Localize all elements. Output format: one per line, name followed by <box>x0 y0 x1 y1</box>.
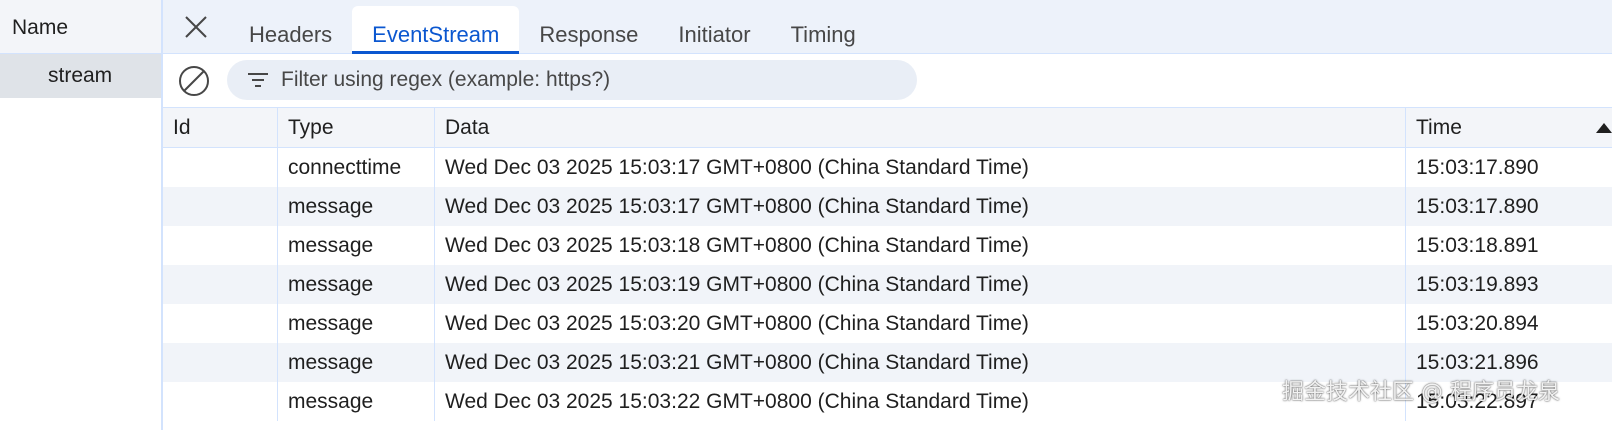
devtools-network-panel: Name stream Headers EventStream Response… <box>0 0 1612 430</box>
watermark: 掘金技术社区 @ 程序员龙泉 <box>1282 380 1560 405</box>
cell-time: 15:03:18.891 <box>1416 234 1539 257</box>
filter-placeholder: Filter using regex (example: https?) <box>281 68 611 91</box>
cell-type: message <box>278 343 435 382</box>
request-details: Headers EventStream Response Initiator T… <box>163 0 1612 430</box>
cell-id <box>163 304 278 343</box>
cell-data: Wed Dec 03 2025 15:03:17 GMT+0800 (China… <box>435 187 1406 226</box>
cell-type: message <box>278 382 435 421</box>
tab-eventstream[interactable]: EventStream <box>352 6 520 54</box>
cell-time: 15:03:17.890 <box>1416 195 1539 218</box>
table-row[interactable]: connecttime Wed Dec 03 2025 15:03:17 GMT… <box>163 148 1612 187</box>
table-row[interactable]: message Wed Dec 03 2025 15:03:20 GMT+080… <box>163 304 1612 343</box>
cell-type: message <box>278 304 435 343</box>
details-tabbar: Headers EventStream Response Initiator T… <box>163 0 1612 54</box>
cell-id <box>163 382 278 421</box>
cell-time: 15:03:17.890 <box>1416 156 1539 179</box>
filter-icon <box>248 73 268 87</box>
filter-input[interactable]: Filter using regex (example: https?) <box>227 60 917 100</box>
cell-time: 15:03:20.894 <box>1416 312 1539 335</box>
cell-id <box>163 226 278 265</box>
cell-data: Wed Dec 03 2025 15:03:17 GMT+0800 (China… <box>435 148 1406 187</box>
cell-id <box>163 187 278 226</box>
cell-id <box>163 343 278 382</box>
cell-type: message <box>278 265 435 304</box>
table-row[interactable]: message Wed Dec 03 2025 15:03:18 GMT+080… <box>163 226 1612 265</box>
close-icon[interactable] <box>181 12 211 42</box>
cell-type: message <box>278 226 435 265</box>
cell-data: Wed Dec 03 2025 15:03:20 GMT+0800 (China… <box>435 304 1406 343</box>
column-header-time[interactable]: Time <box>1406 108 1612 147</box>
cell-type: connecttime <box>278 148 435 187</box>
name-column-header[interactable]: Name <box>0 0 161 54</box>
cell-data: Wed Dec 03 2025 15:03:19 GMT+0800 (China… <box>435 265 1406 304</box>
column-header-time-label: Time <box>1416 116 1462 139</box>
tab-initiator[interactable]: Initiator <box>658 6 770 54</box>
tab-response[interactable]: Response <box>519 6 658 54</box>
column-header-id[interactable]: Id <box>163 108 278 147</box>
column-header-type[interactable]: Type <box>278 108 435 147</box>
cell-id <box>163 265 278 304</box>
eventstream-toolbar: Filter using regex (example: https?) <box>163 54 1612 108</box>
tab-timing[interactable]: Timing <box>771 6 876 54</box>
table-row[interactable]: message Wed Dec 03 2025 15:03:19 GMT+080… <box>163 265 1612 304</box>
cell-type: message <box>278 187 435 226</box>
cell-data: Wed Dec 03 2025 15:03:21 GMT+0800 (China… <box>435 343 1406 382</box>
cell-data: Wed Dec 03 2025 15:03:18 GMT+0800 (China… <box>435 226 1406 265</box>
request-item-stream[interactable]: stream <box>0 54 161 98</box>
tab-list: Headers EventStream Response Initiator T… <box>229 6 876 54</box>
table-row[interactable]: message Wed Dec 03 2025 15:03:17 GMT+080… <box>163 187 1612 226</box>
cell-time: 15:03:19.893 <box>1416 273 1539 296</box>
cell-data: Wed Dec 03 2025 15:03:22 GMT+0800 (China… <box>435 382 1406 421</box>
table-header: Id Type Data Time <box>163 108 1612 148</box>
request-list: Name stream <box>0 0 163 430</box>
tab-headers[interactable]: Headers <box>229 6 352 54</box>
cell-id <box>163 148 278 187</box>
column-header-data[interactable]: Data <box>435 108 1406 147</box>
clear-icon[interactable] <box>177 64 211 98</box>
sort-ascending-icon <box>1596 123 1612 133</box>
